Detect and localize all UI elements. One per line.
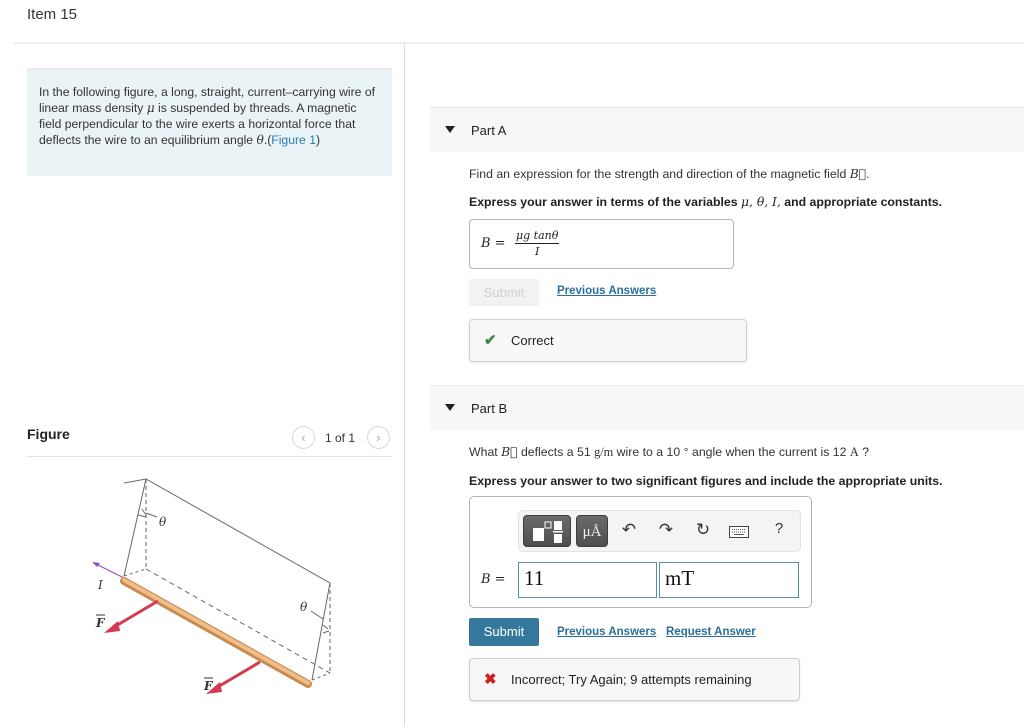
keyboard-button[interactable] [728, 523, 750, 543]
theta-leader-right [310, 610, 324, 620]
left-dashed-offset [123, 568, 147, 577]
mu-symbol: μ [146, 101, 155, 115]
reset-icon[interactable]: ↻ [692, 520, 714, 540]
x-mark-icon: ✖ [484, 671, 497, 688]
part-b-header[interactable]: Part B [430, 385, 1024, 430]
prompt-mid-1: deflects a 51 [517, 445, 595, 459]
problem-intro: In the following figure, a long, straigh… [27, 68, 392, 176]
part-a-feedback-text: Correct [511, 333, 554, 348]
figure-image: θ θ I F F [92, 478, 331, 694]
part-a-submit-button: Submit [469, 279, 539, 306]
collapse-caret-icon[interactable] [445, 404, 455, 411]
theta-leader-left [145, 512, 158, 518]
part-b-answer-box: μÅ ↶ ↷ ↻ ? B = 11 mT [469, 496, 812, 608]
thread-plane-outline [123, 478, 331, 681]
part-a-instruction: Express your answer in terms of the vari… [469, 195, 942, 209]
column-divider [404, 44, 405, 725]
part-b-title: Part B [471, 401, 508, 416]
part-b-instruction: Express your answer to two significant f… [469, 474, 943, 488]
part-a-answer-fraction: μg tanθ I [515, 229, 560, 258]
redo-icon[interactable]: ↷ [655, 520, 677, 540]
current-arrowhead [92, 562, 100, 567]
part-a-answer-lhs: B = [481, 236, 506, 251]
part-a-answer-box: B = μg tanθ I [469, 219, 734, 269]
part-b-feedback: ✖ Incorrect; Try Again; 9 attempts remai… [469, 658, 800, 701]
part-a-feedback: ✔ Correct [469, 319, 747, 362]
force-label-1: F [95, 616, 106, 630]
paren-close: ) [315, 133, 321, 147]
current-arrow [95, 563, 125, 579]
part-a-prompt-text: Find an expression for the strength and … [469, 167, 850, 181]
prompt-end: ? [858, 445, 870, 459]
part-b-submit-button[interactable]: Submit [469, 618, 539, 646]
part-b-previous-answers-link[interactable]: Previous Answers [557, 626, 656, 638]
part-b-answer-lhs: B = [481, 572, 506, 587]
part-a-prompt-end: . [866, 167, 870, 181]
answer-value-input[interactable]: 11 [518, 562, 657, 598]
figure-prev-button[interactable]: ‹ [292, 426, 315, 449]
part-a-prompt: Find an expression for the strength and … [469, 167, 870, 181]
bottom-dashed [145, 568, 331, 674]
part-b-prompt: What B⃗ deflects a 51 g/m wire to a 10 °… [469, 445, 869, 460]
prompt-what: What [469, 445, 502, 459]
header-divider [14, 42, 1024, 44]
part-a-previous-answers-link[interactable]: Previous Answers [557, 285, 656, 297]
item-title: Item 15 [27, 6, 78, 23]
help-icon[interactable]: ? [768, 520, 790, 537]
figure-link[interactable]: Figure 1 [271, 133, 316, 147]
request-answer-link[interactable]: Request Answer [666, 626, 756, 638]
undo-icon[interactable]: ↶ [618, 520, 640, 540]
figure-next-button[interactable]: › [367, 426, 390, 449]
theta-label-right: θ [300, 600, 308, 614]
left-thread [123, 478, 147, 577]
angle-mark-right [322, 624, 330, 634]
b-vector-symbol: B⃗ [849, 167, 867, 181]
b-vector-symbol: B⃗ [501, 445, 518, 459]
figure-pager-text: 1 of 1 [325, 431, 356, 445]
wire-highlight [122, 578, 310, 685]
part-b-feedback-text: Incorrect; Try Again; 9 attempts remaini… [511, 672, 752, 687]
force-arrow-2 [215, 660, 261, 690]
templates-button[interactable] [523, 515, 571, 547]
force-arrowhead-1 [104, 621, 120, 633]
chevron-left-icon: ‹ [301, 430, 306, 445]
right-dashed-offset [311, 672, 331, 681]
part-a-title: Part A [471, 123, 507, 138]
units-button[interactable]: μÅ [576, 515, 608, 547]
unit-ampere: A [849, 445, 859, 459]
collapse-caret-icon[interactable] [445, 126, 455, 133]
instruction-suffix: and appropriate constants. [780, 195, 943, 209]
force-label-2: F [203, 679, 214, 693]
fraction-denominator: I [535, 245, 540, 258]
prompt-mid-2: wire to a 10 ° angle when the current is… [613, 445, 850, 459]
theta-label-left: θ [159, 515, 167, 529]
chevron-right-icon: › [376, 430, 381, 445]
unit-g-per-m: g/m [594, 445, 614, 459]
math-toolbar: μÅ ↶ ↷ ↻ ? [518, 510, 801, 552]
figure-header: Figure ‹ 1 of 1 › [27, 424, 392, 457]
answer-units-input[interactable]: mT [659, 562, 799, 598]
instruction-prefix: Express your answer in terms of the vari… [469, 195, 742, 209]
force-arrow-1 [113, 599, 159, 629]
figure-label: Figure [27, 426, 70, 442]
current-label: I [97, 578, 103, 592]
instruction-vars: μ, θ, I, [741, 195, 781, 209]
theta-symbol: θ [256, 133, 264, 147]
fraction-numerator: μg tanθ [515, 229, 560, 244]
templates-icon [533, 521, 563, 543]
part-a-header[interactable]: Part A [430, 107, 1024, 152]
checkmark-icon: ✔ [484, 332, 497, 349]
keyboard-icon [729, 526, 749, 538]
